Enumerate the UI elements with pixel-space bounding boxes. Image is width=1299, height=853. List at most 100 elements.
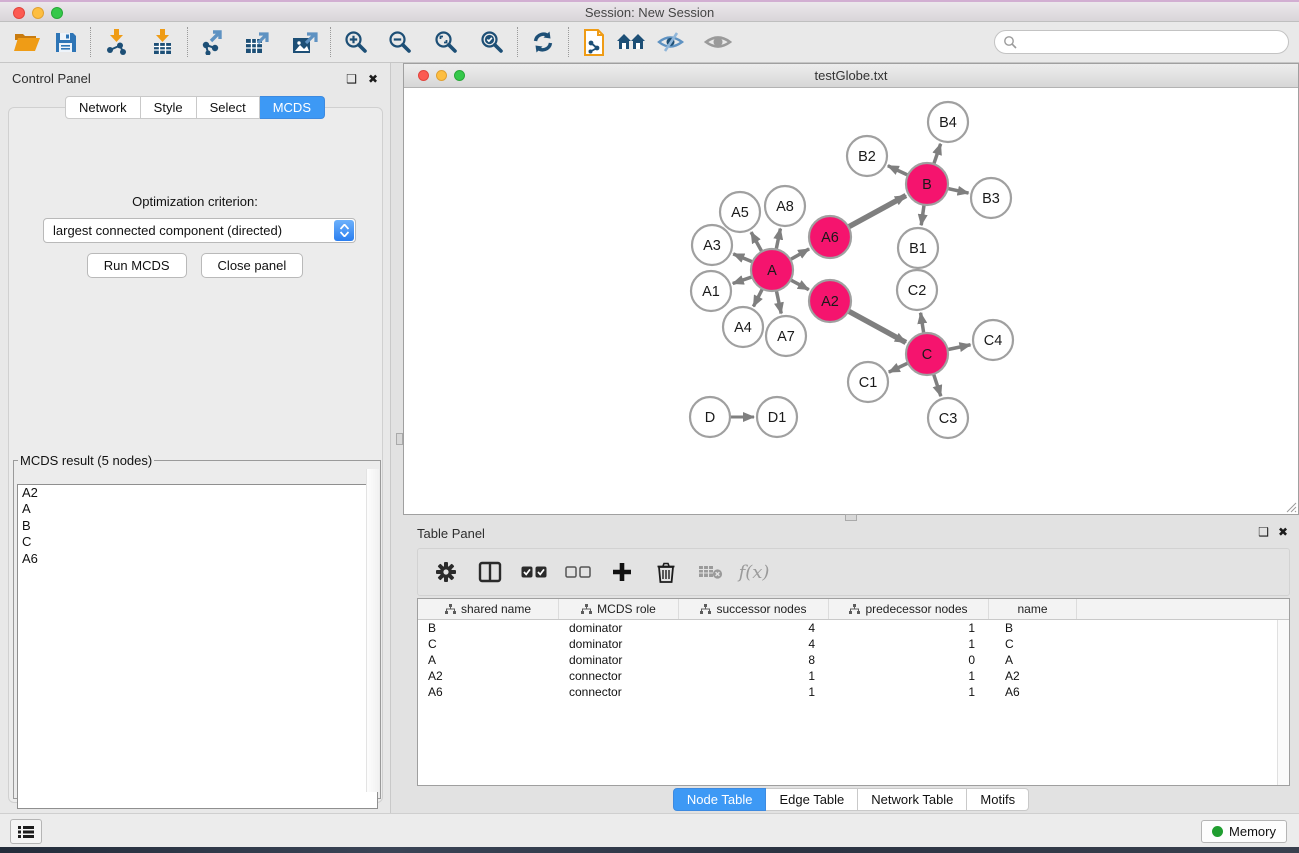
create-column-button[interactable] [604, 553, 640, 591]
cell-shared-name: B [418, 620, 559, 636]
close-table-panel-icon[interactable]: ✖ [1278, 525, 1288, 539]
export-image-button[interactable] [286, 25, 324, 59]
node-b[interactable]: B [906, 163, 948, 205]
document-network-icon [582, 29, 606, 56]
tab-motifs[interactable]: Motifs [967, 788, 1029, 811]
network-view-window: testGlobe.txt B4B2BB3A8A5A6A3B1AA1C2A2A4… [403, 63, 1299, 515]
node-c1[interactable]: C1 [848, 362, 888, 402]
first-neighbors-button[interactable] [613, 25, 651, 59]
node-c[interactable]: C [906, 333, 948, 375]
import-network-button[interactable] [97, 25, 135, 59]
vertical-splitter-handle[interactable] [396, 433, 403, 445]
table-row[interactable]: Adominator80A [418, 652, 1289, 668]
result-item-a6[interactable]: A6 [18, 551, 377, 567]
show-all-button[interactable] [699, 25, 737, 59]
import-table-button[interactable] [143, 25, 181, 59]
table-row[interactable]: A6connector11A6 [418, 684, 1289, 700]
node-a2[interactable]: A2 [809, 280, 851, 322]
float-table-panel-icon[interactable]: ❑ [1258, 525, 1269, 539]
node-a1[interactable]: A1 [691, 271, 731, 311]
zoom-selected-button[interactable] [473, 25, 511, 59]
run-mcds-button[interactable]: Run MCDS [87, 253, 187, 278]
node-b4[interactable]: B4 [928, 102, 968, 142]
node-a3[interactable]: A3 [692, 225, 732, 265]
tab-select[interactable]: Select [197, 96, 260, 119]
float-panel-icon[interactable]: ❑ [346, 72, 357, 86]
svg-text:C2: C2 [908, 283, 927, 299]
new-network-from-selection-button[interactable] [575, 25, 613, 59]
node-a[interactable]: A [751, 249, 793, 291]
export-table-icon [244, 30, 271, 55]
close-panel-button[interactable]: Close panel [201, 253, 304, 278]
svg-text:A4: A4 [734, 320, 752, 336]
zoom-out-button[interactable] [381, 25, 419, 59]
cell-predecessor-nodes: 1 [829, 620, 989, 636]
node-c3[interactable]: C3 [928, 398, 968, 438]
node-a5[interactable]: A5 [720, 192, 760, 232]
node-c4[interactable]: C4 [973, 320, 1013, 360]
column-header-mcds-role[interactable]: MCDS role [559, 599, 679, 619]
deselect-all-rows-button[interactable] [560, 553, 596, 591]
result-item-b[interactable]: B [18, 518, 377, 534]
column-header-shared-name[interactable]: shared name [418, 599, 559, 619]
criterion-dropdown[interactable]: largest connected component (directed) [43, 218, 356, 243]
svg-text:C1: C1 [859, 375, 878, 391]
function-builder-button[interactable]: f(x) [736, 553, 772, 591]
export-network-button[interactable] [194, 25, 232, 59]
show-columns-button[interactable] [472, 553, 508, 591]
plus-icon [612, 562, 632, 582]
close-panel-icon[interactable]: ✖ [368, 72, 378, 86]
list-icon [18, 825, 34, 839]
svg-text:C3: C3 [939, 411, 958, 427]
table-row[interactable]: Bdominator41B [418, 620, 1289, 636]
node-a8[interactable]: A8 [765, 186, 805, 226]
table-scrollbar[interactable] [1277, 620, 1289, 785]
column-header-name[interactable]: name [989, 599, 1077, 619]
node-b1[interactable]: B1 [898, 228, 938, 268]
open-session-button[interactable] [8, 25, 46, 59]
export-table-button[interactable] [238, 25, 276, 59]
resize-grip[interactable] [1284, 500, 1297, 513]
tab-edge-table[interactable]: Edge Table [766, 788, 858, 811]
zoom-in-button[interactable] [337, 25, 375, 59]
network-canvas[interactable]: B4 B2 B B3 A8A5 A6 A3 B1 A A1 C2 A2 A4 A7 C4 C C1 C3 D D1 [404, 88, 1298, 514]
table-row[interactable]: A2connector11A2 [418, 668, 1289, 684]
node-c2[interactable]: C2 [897, 270, 937, 310]
node-b2[interactable]: B2 [847, 136, 887, 176]
zoom-fit-icon [434, 30, 458, 54]
tab-style[interactable]: Style [141, 96, 197, 119]
select-all-rows-button[interactable] [516, 553, 552, 591]
column-header-predecessor-nodes[interactable]: predecessor nodes [829, 599, 989, 619]
memory-button[interactable]: Memory [1201, 820, 1287, 843]
result-item-a2[interactable]: A2 [18, 485, 377, 501]
column-header-successor-nodes[interactable]: successor nodes [679, 599, 829, 619]
hide-selected-button[interactable] [651, 25, 689, 59]
table-header-row: shared nameMCDS rolesuccessor nodesprede… [418, 599, 1289, 620]
result-scrollbar[interactable] [366, 469, 379, 792]
import-network-icon [104, 29, 129, 55]
refresh-layout-button[interactable] [524, 25, 562, 59]
delete-columns-button[interactable] [648, 553, 684, 591]
zoom-fit-button[interactable] [427, 25, 465, 59]
cell-successor-nodes: 4 [679, 636, 829, 652]
node-b3[interactable]: B3 [971, 178, 1011, 218]
result-item-c[interactable]: C [18, 534, 377, 550]
tab-node-table[interactable]: Node Table [673, 788, 767, 811]
delete-table-button[interactable] [692, 553, 728, 591]
node-d1[interactable]: D1 [757, 397, 797, 437]
save-session-button[interactable] [46, 25, 84, 59]
attribute-icon [849, 604, 860, 615]
table-settings-button[interactable] [428, 553, 464, 591]
node-d[interactable]: D [690, 397, 730, 437]
task-history-button[interactable] [10, 819, 42, 844]
node-a7[interactable]: A7 [766, 316, 806, 356]
tab-network[interactable]: Network [65, 96, 141, 119]
table-row[interactable]: Cdominator41C [418, 636, 1289, 652]
tab-mcds[interactable]: MCDS [260, 96, 325, 119]
node-a6[interactable]: A6 [809, 216, 851, 258]
tab-network-table[interactable]: Network Table [858, 788, 967, 811]
search-input[interactable] [1017, 32, 1288, 52]
node-a4[interactable]: A4 [723, 307, 763, 347]
search-box[interactable] [994, 30, 1289, 54]
result-item-a[interactable]: A [18, 501, 377, 517]
